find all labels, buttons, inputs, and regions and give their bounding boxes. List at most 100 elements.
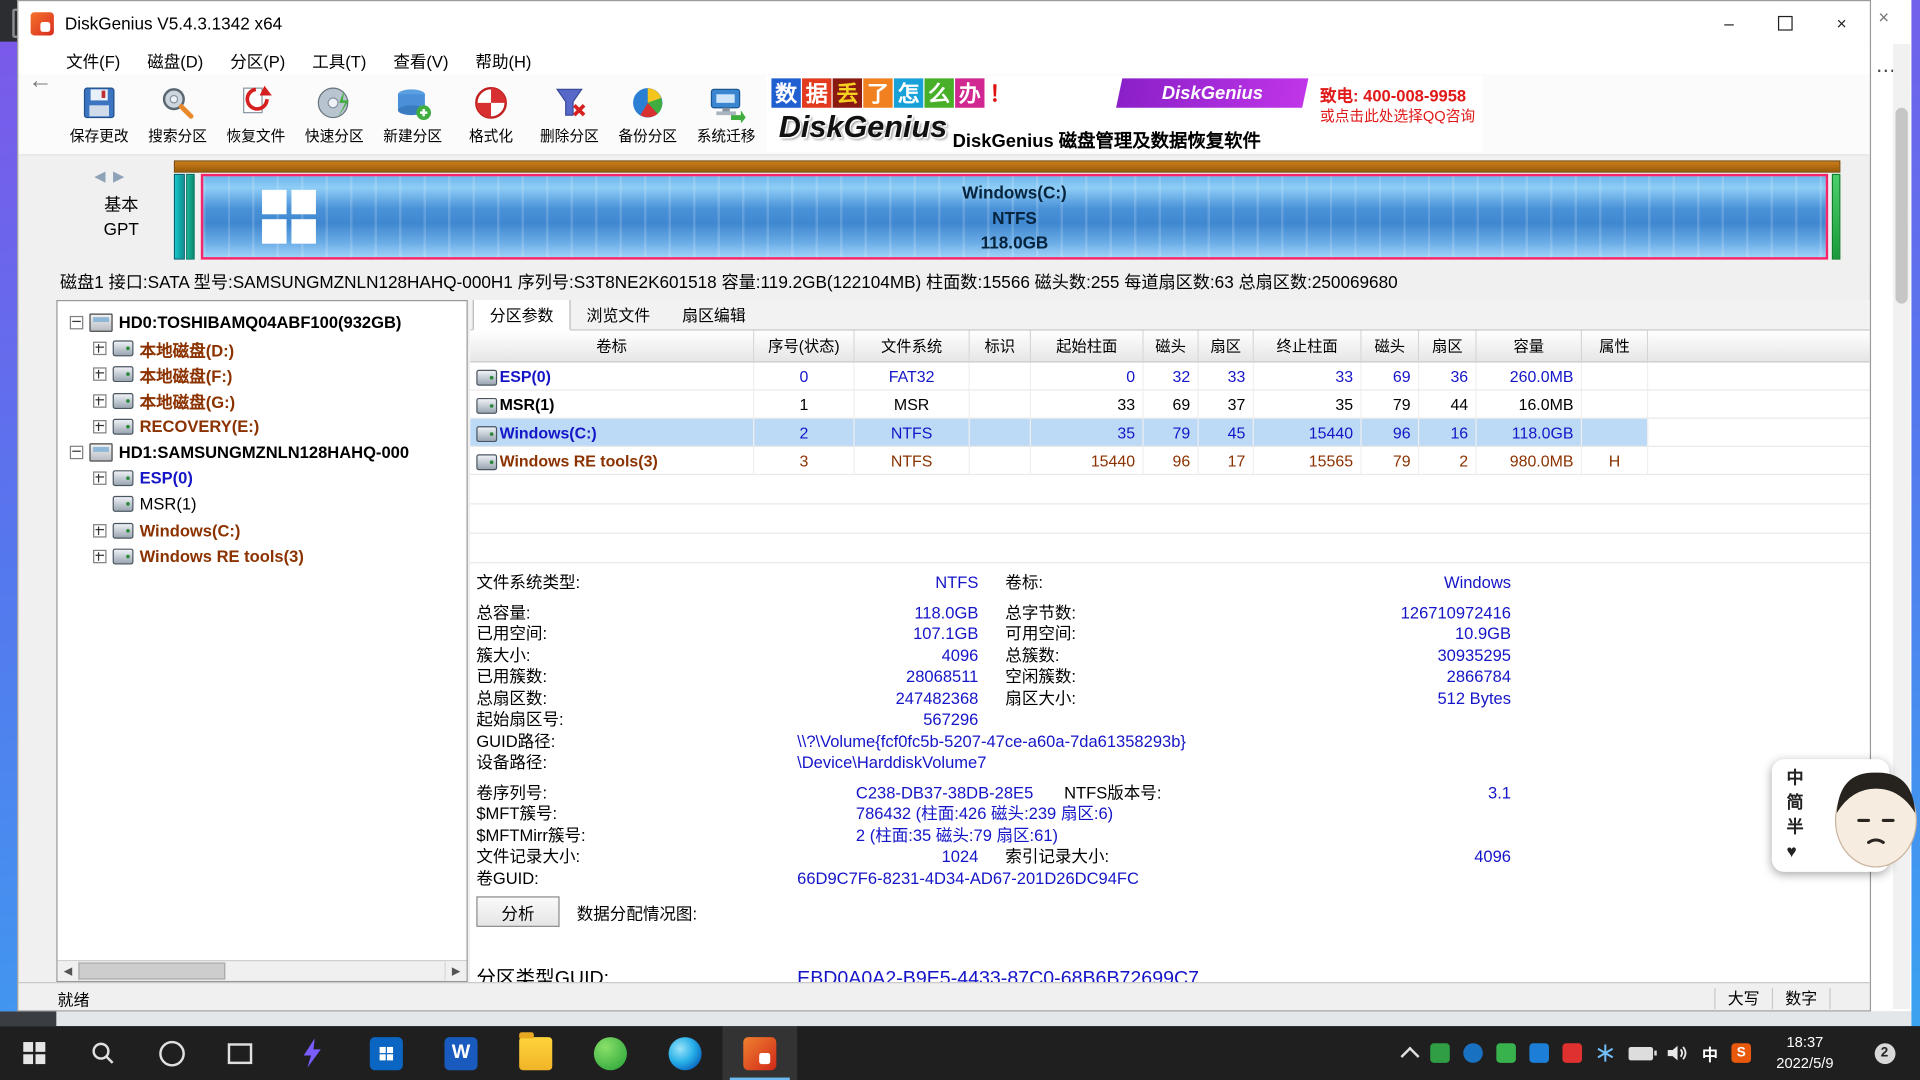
tree-item-windows-c[interactable]: Windows(C:) [58, 517, 467, 543]
tab-browse-files[interactable]: 浏览文件 [571, 300, 667, 329]
close-button[interactable]: × [1813, 1, 1869, 45]
toolbar-button-format[interactable]: 格式化 [452, 75, 530, 153]
expand-icon[interactable] [93, 420, 106, 433]
tree-item-local-d[interactable]: 本地磁盘(D:) [58, 336, 467, 362]
menu-item-file[interactable]: 文件(F) [53, 48, 134, 72]
tree-item-local-f[interactable]: 本地磁盘(F:) [58, 362, 467, 388]
expand-icon[interactable] [93, 394, 106, 407]
partition-block-esp[interactable] [174, 174, 185, 260]
collapse-icon[interactable] [70, 316, 83, 329]
expand-icon[interactable] [93, 368, 106, 381]
taskbar-app-diskgenius[interactable] [722, 1026, 797, 1080]
menu-item-help[interactable]: 帮助(H) [462, 48, 545, 72]
tree-item-recovery-e[interactable]: RECOVERY(E:) [58, 414, 467, 440]
partition-row-esp[interactable]: ESP(0) 0 FAT32 0 32 33 33 69 36 260.0MB [470, 362, 1870, 390]
tray-blue-square-icon[interactable] [1529, 1043, 1549, 1063]
tray-expand-icon[interactable] [1400, 1046, 1419, 1065]
input-language-indicator[interactable]: 中 [1702, 1041, 1718, 1064]
start-button[interactable] [0, 1026, 69, 1080]
detail-row: $MFT簇号:786432 (柱面:426 磁头:239 扇区:6) [476, 803, 1511, 824]
partition-block-windows-c[interactable]: Windows(C:) NTFS 118.0GB [201, 174, 1828, 260]
menu-item-view[interactable]: 查看(V) [380, 48, 462, 72]
clock-time: 18:37 [1764, 1032, 1845, 1053]
tree-item-esp[interactable]: ESP(0) [58, 465, 467, 491]
tree-item-hd1[interactable]: HD1:SAMSUNGMZNLN128HAHQ-000 [58, 440, 467, 466]
tree-item-msr[interactable]: MSR(1) [58, 491, 467, 517]
ad-qq-link[interactable]: 或点击此处选择QQ咨询 [1320, 105, 1475, 126]
toolbar-button-backup-partition[interactable]: 备份分区 [609, 75, 687, 153]
collapse-icon[interactable] [70, 446, 83, 459]
tree-item-windows-re[interactable]: Windows RE tools(3) [58, 543, 467, 569]
action-center-button[interactable]: 2 [1859, 1043, 1910, 1064]
taskbar-app-word[interactable]: W [424, 1026, 499, 1080]
partition-block-re-tools[interactable] [1832, 174, 1841, 260]
sogou-ime-icon[interactable]: S [1731, 1043, 1751, 1063]
detail-tabs: 分区参数 浏览文件 扇区编辑 [470, 300, 1870, 331]
scroll-right-icon[interactable]: ▶ [444, 961, 466, 981]
partition-row-windows-re[interactable]: Windows RE tools(3) 3 NTFS 15440 96 17 1… [470, 447, 1870, 475]
lightning-icon [296, 1037, 328, 1069]
scroll-left-icon[interactable]: ◀ [58, 961, 80, 981]
expand-icon[interactable] [93, 524, 106, 537]
taskbar-app-edge[interactable] [648, 1026, 723, 1080]
expand-icon[interactable] [93, 342, 106, 355]
taskbar-app-antivirus[interactable] [573, 1026, 648, 1080]
taskbar-app-bolt[interactable] [274, 1026, 349, 1080]
taskbar-clock[interactable]: 18:37 2022/5/9 [1764, 1032, 1845, 1075]
scrollbar-thumb[interactable] [1896, 108, 1908, 304]
toolbar-button-save-changes[interactable]: 保存更改 [60, 75, 138, 153]
battery-icon[interactable] [1629, 1046, 1653, 1059]
analyze-button[interactable]: 分析 [476, 896, 559, 927]
partition-detail-panel: 分区参数 浏览文件 扇区编辑 卷标 序号(状态) 文件系统 标识 起始柱面 磁头… [470, 300, 1870, 982]
nav-right-icon[interactable]: ▶ [113, 168, 132, 185]
detail-row: 设备路径:\Device\HarddiskVolume7 [476, 752, 1511, 773]
disk-info-line: 磁盘1 接口:SATA 型号:SAMSUNGMZNLN128HAHQ-000H1… [60, 269, 1398, 293]
toolbar-button-search-partition[interactable]: 搜索分区 [138, 75, 216, 153]
menu-item-partition[interactable]: 分区(P) [217, 48, 299, 72]
partition-icon [113, 341, 134, 357]
back-arrow-icon[interactable]: ← [28, 67, 52, 95]
taskbar-search-button[interactable] [69, 1026, 138, 1080]
toolbar-button-quick-partition[interactable]: 快速分区 [295, 75, 373, 153]
background-close-icon[interactable]: × [1878, 7, 1889, 28]
toolbar-button-system-migration[interactable]: 系统迁移 [687, 75, 765, 153]
partition-row-windows-c[interactable]: Windows(C:) 2 NTFS 35 79 45 15440 96 16 … [470, 419, 1870, 447]
expand-icon[interactable] [93, 550, 106, 563]
ad-banner[interactable]: 数 据 丢 了 怎 么 办 ！ DiskGenius DiskGenius 致电… [767, 76, 1483, 152]
taskbar-app-store[interactable] [349, 1026, 424, 1080]
partition-icon [113, 522, 134, 538]
disk-band[interactable] [174, 160, 1841, 172]
tray-blue-circle-icon[interactable] [1463, 1043, 1483, 1063]
tab-sector-edit[interactable]: 扇区编辑 [666, 300, 762, 329]
tab-partition-parameters[interactable]: 分区参数 [473, 300, 571, 331]
green-sphere-icon [594, 1037, 627, 1070]
toolbar-button-recover-files[interactable]: 恢复文件 [217, 75, 295, 153]
background-bottom-strip [0, 1011, 1911, 1026]
partition-row-msr[interactable]: MSR(1) 1 MSR 33 69 37 35 79 44 16.0MB [470, 391, 1870, 419]
cortana-button[interactable] [137, 1026, 206, 1080]
task-view-button[interactable] [206, 1026, 275, 1080]
partition-table: 卷标 序号(状态) 文件系统 标识 起始柱面 磁头 扇区 终止柱面 磁头 扇区 … [470, 331, 1870, 564]
overview-nav-arrows[interactable]: ◀▶ [94, 168, 131, 185]
snowflake-icon[interactable] [1595, 1043, 1615, 1063]
ad-ribbon: DiskGenius [1116, 78, 1308, 107]
nav-left-icon[interactable]: ◀ [94, 168, 113, 185]
tree-horizontal-scrollbar[interactable]: ◀ ▶ [58, 960, 467, 981]
tray-shield-icon[interactable] [1430, 1043, 1450, 1063]
toolbar-button-delete-partition[interactable]: 删除分区 [530, 75, 608, 153]
menu-item-disk[interactable]: 磁盘(D) [134, 48, 217, 72]
tree-item-local-g[interactable]: 本地磁盘(G:) [58, 388, 467, 414]
toolbar-button-new-partition[interactable]: 新建分区 [373, 75, 451, 153]
taskbar-app-file-explorer[interactable] [498, 1026, 573, 1080]
partition-overview: ◀▶ 基本 GPT Windows(C:) NTFS 118.0GB [18, 156, 1869, 265]
tree-item-hd0[interactable]: HD0:TOSHIBAMQ04ABF100(932GB) [58, 310, 467, 336]
scrollbar-thumb[interactable] [78, 962, 225, 979]
partition-block-msr[interactable] [186, 174, 195, 260]
expand-icon[interactable] [93, 472, 106, 485]
tray-red-square-icon[interactable] [1562, 1043, 1582, 1063]
maximize-button[interactable] [1757, 1, 1813, 45]
minimize-button[interactable]: – [1701, 1, 1757, 45]
menu-item-tools[interactable]: 工具(T) [299, 48, 380, 72]
volume-icon[interactable] [1667, 1043, 1689, 1063]
tray-green-square-icon[interactable] [1496, 1043, 1516, 1063]
